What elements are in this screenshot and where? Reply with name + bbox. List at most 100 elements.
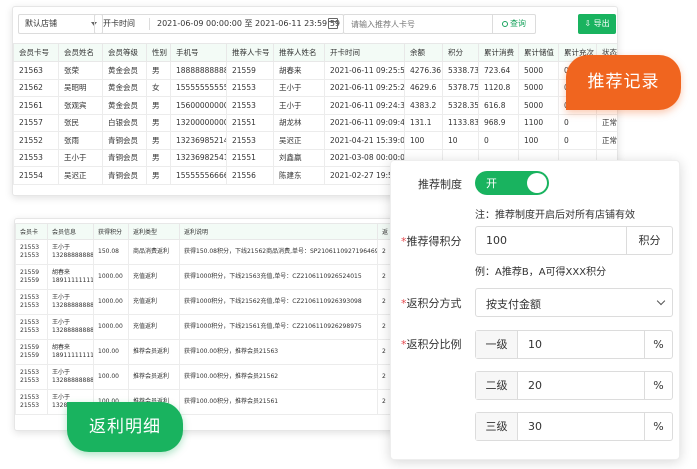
table-cell-type: 推荐会员返利 — [128, 364, 180, 390]
table-cell: 968.9 — [478, 113, 519, 132]
percent-unit: % — [644, 372, 672, 399]
table-cell-info: 王小于 13288888888 — [47, 289, 94, 315]
recommend-system-toggle[interactable]: 开 — [475, 171, 549, 195]
column-header: 手机号 — [170, 43, 227, 62]
table-cell-info: 王小于 13288888888 — [47, 239, 94, 265]
rebate-detail-panel: 会员卡 会员信息 获得积分 返利类型 返利说明 返 21553 21553 王小于… — [14, 218, 406, 431]
rebate-ratio-label: *返积分比例 — [401, 336, 462, 352]
rebate-method-select[interactable]: 按支付金额 — [475, 288, 673, 317]
table-cell: 0 — [558, 131, 597, 150]
table-row[interactable]: 21559 21559 胡春来 18911111111 1000.00 充值返利 获得1… — [15, 264, 405, 290]
rebate-detail-badge: 返利明细 — [67, 402, 183, 452]
table-cell: 21553 — [226, 96, 274, 115]
table-cell: 5000 — [518, 78, 559, 97]
table-cell: 正常 — [596, 113, 617, 132]
table-cell: 王小于 — [273, 96, 325, 115]
table-cell: 723.64 — [478, 61, 519, 80]
column-header: 返利类型 — [128, 223, 180, 240]
level-2-ratio-input[interactable]: 二级 20 % — [475, 371, 673, 400]
rebate-method-label: *返积分方式 — [401, 295, 462, 311]
table-row[interactable]: 21553 21553王小于 13288888888100.00推荐会员返利获得… — [15, 364, 405, 390]
points-unit: 积分 — [626, 227, 672, 254]
table-cell-info: 王小于 13288888888 — [47, 314, 94, 340]
column-header: 性别 — [146, 43, 171, 62]
table-cell-type: 充值返利 — [128, 264, 180, 290]
table-row[interactable]: 21553 21553 王小于 13288888888 150.08 商品消费返利 获得… — [15, 239, 405, 265]
table-row[interactable]: 21562 吴昭明 黄金会员女 15555555555 21553 王小于 2021-06-… — [13, 78, 617, 97]
date-range-value: 2021-06-09 00:00:00 至 2021-06-11 23:59:5… — [157, 19, 341, 28]
table-cell: 胡春来 — [273, 61, 325, 80]
rebate-ratio-label-text: 返积分比例 — [406, 338, 462, 351]
rebate-table-body: 21553 21553 王小于 13288888888 150.08 商品消费返利 获得… — [15, 239, 405, 415]
store-select[interactable]: 默认店铺 — [18, 14, 103, 34]
table-cell: 21561 — [13, 96, 59, 115]
table-cell: 2021-06-11 09:09:43 — [324, 113, 405, 132]
table-cell: 100 — [404, 131, 443, 150]
table-cell: 4629.6 — [404, 78, 443, 97]
referrer-search: 查询 — [343, 14, 536, 34]
table-cell: 21562 — [13, 78, 59, 97]
referral-points-example: 例：A推荐B，A可得XXX积分 — [475, 267, 607, 278]
table-cell-card: 21553 21553 — [15, 314, 48, 340]
export-button[interactable]: ⇩ 导出 — [578, 14, 616, 34]
table-cell-desc: 获得1000积分，下线21562充值,单号：CZ2106110926393098 — [179, 289, 378, 315]
level-3-value: 30 — [528, 420, 542, 433]
recommend-system-label: 推荐制度 — [418, 178, 462, 191]
percent-unit: % — [644, 331, 672, 358]
table-cell: 青铜会员 — [102, 131, 147, 150]
table-cell: 黄金会员 — [102, 61, 147, 80]
level-1-ratio-input[interactable]: 一级 10 % — [475, 330, 673, 359]
table-cell: 张民 — [58, 113, 103, 132]
table-cell: 男 — [146, 131, 171, 150]
table-cell: 2021-06-11 09:24:30 — [324, 96, 405, 115]
level-1-value: 10 — [528, 338, 542, 351]
table-row[interactable]: 21561 张观宾 黄金会员男 15600000000 21553 王小于 2021-06-… — [13, 96, 617, 115]
table-cell-card: 21553 21553 — [15, 364, 48, 390]
table-cell: 13200000000 — [170, 113, 227, 132]
column-header: 会员卡号 — [13, 43, 59, 62]
table-row[interactable]: 21563 张荣 黄金会员男 18888888888 21559 胡春来 2021-06-1… — [13, 61, 617, 80]
table-cell: 21553 — [226, 78, 274, 97]
table-cell: 黄金会员 — [102, 78, 147, 97]
table-cell: 黄金会员 — [102, 96, 147, 115]
table-cell: 正常 — [596, 131, 617, 150]
date-range-picker[interactable]: 开卡时间 2021-06-09 00:00:00 至 2021-06-11 23… — [94, 14, 344, 34]
referrer-search-input[interactable] — [344, 15, 494, 33]
table-cell: 男 — [146, 148, 171, 167]
table-row[interactable]: 21553 21553 王小于 13288888888 1000.00 充值返利 获得1… — [15, 314, 405, 340]
table-cell: 18888888888 — [170, 61, 227, 80]
table-cell-desc: 获得150.08积分，下线21562商品消费,单号：SP210611092719… — [179, 239, 378, 265]
level-1-label: 一级 — [476, 331, 518, 358]
search-button[interactable]: 查询 — [492, 15, 535, 33]
search-icon — [502, 21, 508, 27]
table-row[interactable]: 21553 21553 王小于 13288888888 1000.00 充值返利 获得1… — [15, 289, 405, 315]
toggle-knob — [527, 173, 547, 193]
table-cell: 1133.83 — [442, 113, 479, 132]
table-cell-type: 推荐会员返利 — [128, 339, 180, 365]
table-row[interactable]: 21552 张雨 青铜会员男 13236985214 21553 吴迟正 2021-04-2… — [13, 131, 617, 150]
table-cell-card: 21559 21559 — [15, 264, 48, 290]
table-cell-type: 商品消费返利 — [128, 239, 180, 265]
column-header: 推荐人卡号 — [226, 43, 274, 62]
table-cell: 陈建东 — [273, 166, 325, 185]
table-row[interactable]: 21559 21559 胡春来 18911111111 100.00 推荐会员返利 获得… — [15, 339, 405, 365]
referral-points-input[interactable]: 100 积分 — [475, 226, 673, 255]
table-cell-points: 1000.00 — [93, 289, 129, 315]
table-cell: 青铜会员 — [102, 166, 147, 185]
table-cell-points: 100.00 — [93, 339, 129, 365]
table-cell: 2021-06-11 09:25:50 — [324, 61, 405, 80]
table-cell: 4276.36 — [404, 61, 443, 80]
filter-toolbar: 默认店铺 开卡时间 2021-06-09 00:00:00 至 2021-06-… — [13, 7, 617, 39]
table-cell-points: 150.08 — [93, 239, 129, 265]
table-cell: 王小于 — [58, 148, 103, 167]
table-cell: 张观宾 — [58, 96, 103, 115]
level-2-value: 20 — [528, 379, 542, 392]
table-cell: 吴迟正 — [58, 166, 103, 185]
table-cell: 胡龙林 — [273, 113, 325, 132]
level-3-ratio-input[interactable]: 三级 30 % — [475, 412, 673, 441]
table-cell: 21554 — [13, 166, 59, 185]
rebate-method-value: 按支付金额 — [486, 298, 541, 311]
table-cell-desc: 获得100.00积分，推荐会员21561 — [179, 389, 378, 415]
table-cell: 张雨 — [58, 131, 103, 150]
table-row[interactable]: 21557 张民 白银会员男 13200000000 21551 胡龙林 2021-06-1… — [13, 113, 617, 132]
